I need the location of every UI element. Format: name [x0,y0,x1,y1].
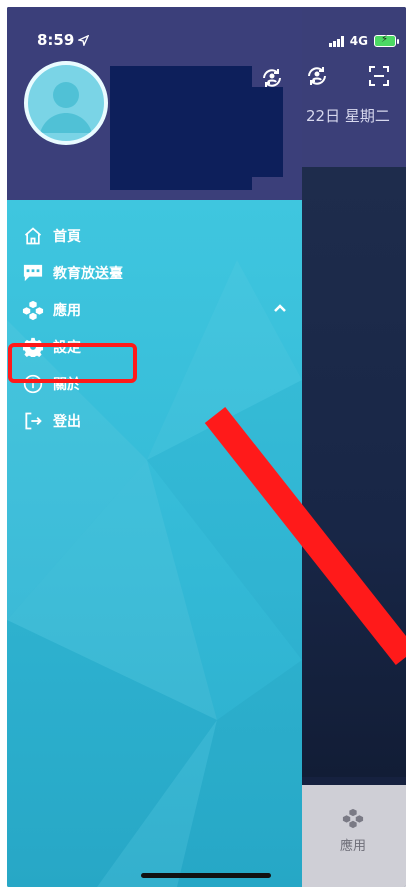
drawer-menu: 首頁 教育放送臺 應用 設定 關於 登出 [7,217,302,439]
chat-icon [22,262,44,284]
home-indicator [141,873,271,878]
date-text: 22日 星期二 [306,107,390,125]
apps-icon [342,808,364,829]
tab-apps[interactable]: 應用 [325,807,381,854]
battery-charging-icon: ⚡ [374,34,399,47]
menu-item-label: 教育放送臺 [53,265,123,282]
time-text: 8:59 [37,31,75,49]
settings-highlight-box [8,343,137,383]
home-icon [22,225,44,247]
switch-account-icon[interactable] [260,66,284,90]
menu-item-education-broadcast[interactable]: 教育放送臺 [7,254,302,291]
location-arrow-icon [78,34,90,46]
redacted-user-name [110,66,252,190]
status-time: 8:59 [37,31,90,49]
menu-item-home[interactable]: 首頁 [7,217,302,254]
tab-apps-label: 應用 [339,839,366,854]
redacted-user-info [247,87,283,177]
screen: 4G ⚡ 22日 星期二 應用 8:59 首頁 教育放送臺 應用 設定 關於 登… [7,7,406,887]
menu-item-label: 首頁 [53,228,81,245]
logout-icon [22,410,44,432]
avatar[interactable] [24,61,108,145]
switch-account-icon[interactable] [305,64,329,88]
side-drawer: 8:59 首頁 教育放送臺 應用 設定 關於 登出 [7,7,302,887]
signal-icon [328,35,344,47]
apps-icon [22,299,44,321]
menu-item-logout[interactable]: 登出 [7,402,302,439]
user-silhouette-icon [40,82,92,133]
status-bar-right: 4G ⚡ [328,34,399,48]
network-type: 4G [349,34,368,48]
menu-item-apps[interactable]: 應用 [7,291,302,328]
menu-item-label: 登出 [53,413,81,430]
scan-icon[interactable] [367,64,391,88]
menu-item-label: 應用 [53,302,81,319]
chevron-up-icon[interactable] [271,299,289,317]
